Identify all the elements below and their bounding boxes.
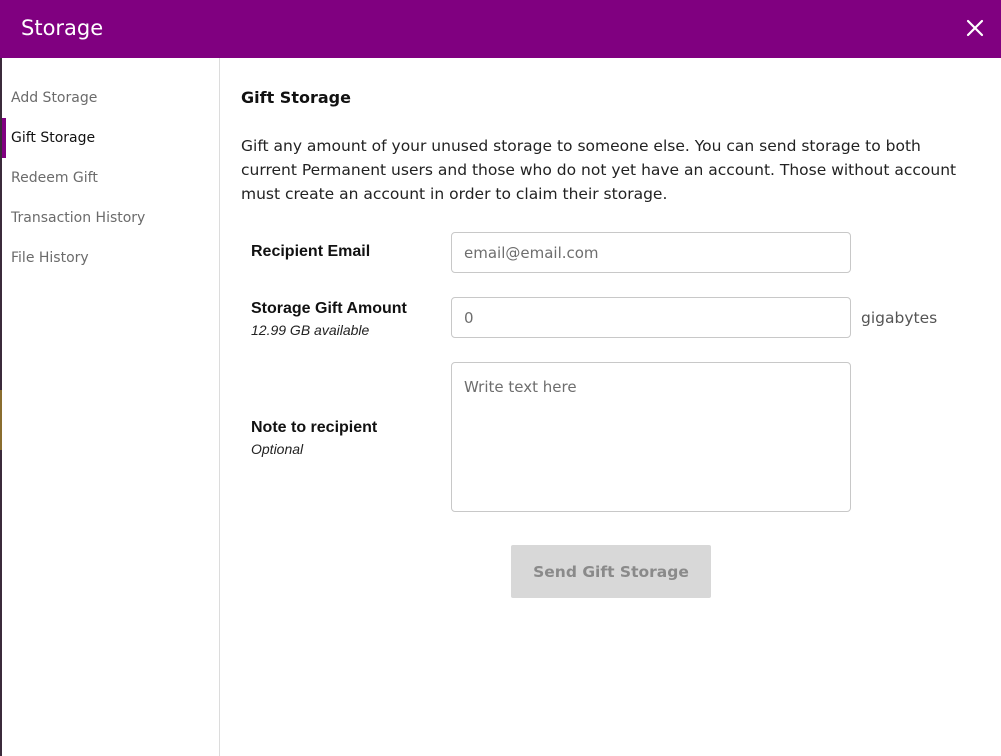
close-button[interactable] (963, 16, 987, 40)
note-label: Note to recipient (251, 419, 378, 436)
gift-amount-available: 12.99 GB available (251, 322, 370, 338)
recipient-email-input[interactable] (451, 232, 851, 273)
section-title: Gift Storage (241, 88, 351, 107)
sidebar-item-file-history[interactable]: File History (2, 238, 219, 278)
sidebar: Add Storage Gift Storage Redeem Gift Tra… (2, 58, 220, 756)
sidebar-item-gift-storage[interactable]: Gift Storage (2, 118, 219, 158)
send-gift-button[interactable]: Send Gift Storage (511, 545, 711, 598)
sidebar-item-add-storage[interactable]: Add Storage (2, 78, 219, 118)
gift-description: Gift any amount of your unused storage t… (241, 137, 957, 203)
recipient-email-label: Recipient Email (251, 243, 371, 260)
modal-header: Storage (0, 0, 1001, 58)
note-textarea[interactable] (451, 362, 851, 512)
sidebar-item-label: Redeem Gift (11, 170, 98, 186)
note-optional-hint: Optional (251, 441, 304, 457)
gift-amount-unit: gigabytes (861, 309, 938, 327)
sidebar-item-transaction-history[interactable]: Transaction History (2, 198, 219, 238)
sidebar-item-label: Gift Storage (11, 130, 96, 146)
storage-modal: Storage Add Storage Gift Storage Redeem … (0, 0, 1001, 756)
sidebar-item-label: Add Storage (11, 90, 98, 106)
sidebar-item-label: Transaction History (11, 210, 146, 226)
sidebar-item-label: File History (11, 250, 89, 266)
sidebar-item-redeem-gift[interactable]: Redeem Gift (2, 158, 219, 198)
gift-amount-label: Storage Gift Amount (251, 300, 407, 317)
modal-title: Storage (21, 16, 104, 40)
gift-storage-panel: Gift Storage Gift any amount of your unu… (221, 58, 1001, 756)
close-icon (963, 16, 987, 40)
gift-amount-input[interactable] (451, 297, 851, 338)
